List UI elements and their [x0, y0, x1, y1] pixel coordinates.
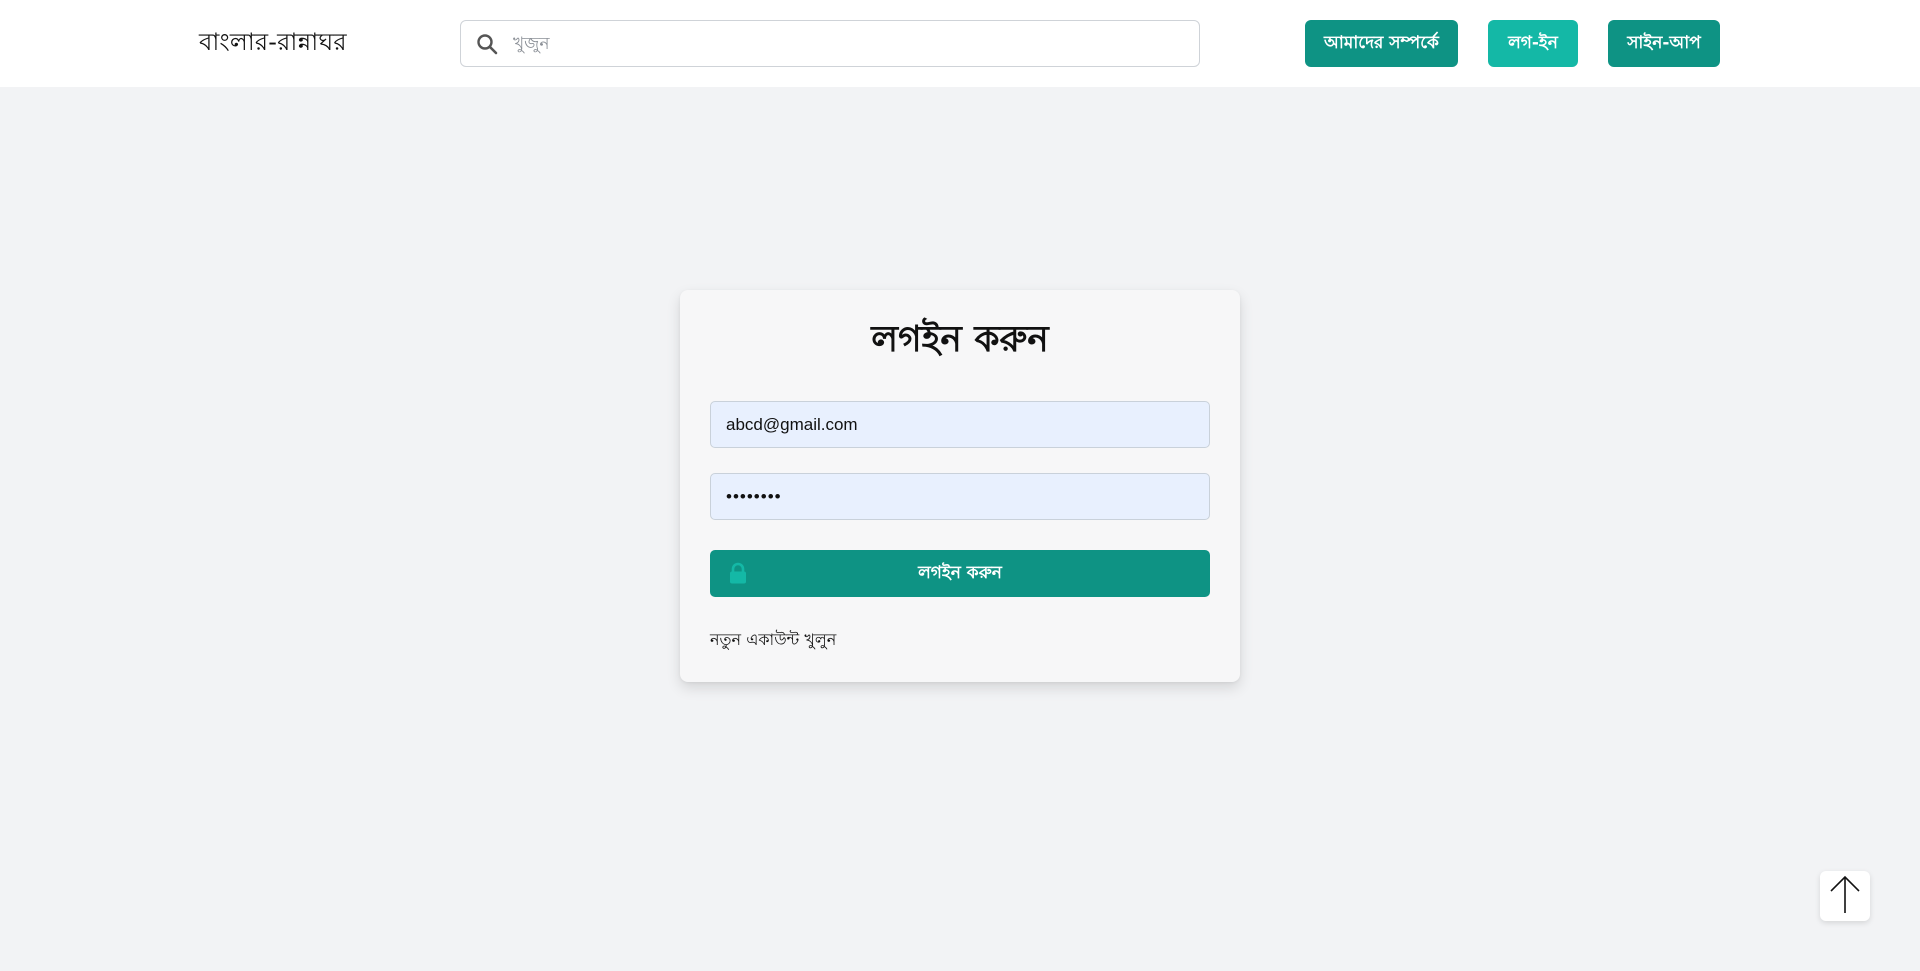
- login-nav-button[interactable]: লগ-ইন: [1488, 20, 1578, 67]
- scroll-to-top-button[interactable]: [1820, 871, 1870, 921]
- signup-nav-button[interactable]: সাইন-আপ: [1608, 20, 1720, 67]
- arrow-up-icon: [1828, 873, 1862, 919]
- create-account-link[interactable]: নতুন একাউন্ট খুলুন: [710, 627, 836, 654]
- login-submit-button[interactable]: লগইন করুন: [710, 550, 1210, 597]
- search-input[interactable]: [513, 21, 1199, 66]
- site-logo[interactable]: বাংলার-রান্নাঘর: [199, 24, 347, 64]
- search-bar[interactable]: [460, 20, 1200, 67]
- password-field[interactable]: [710, 473, 1210, 520]
- login-title: লগইন করুন: [871, 319, 1049, 360]
- login-card: লগইন করুন লগইন করুন নতুন একাউন্ট খুলুন: [680, 290, 1240, 682]
- navbar: বাংলার-রান্নাঘর আমাদের সম্পর্কে লগ-ইন সা…: [0, 0, 1920, 87]
- about-us-button[interactable]: আমাদের সম্পর্কে: [1305, 20, 1458, 67]
- search-icon: [461, 21, 513, 66]
- login-submit-label: লগইন করুন: [918, 562, 1002, 583]
- email-field[interactable]: [710, 401, 1210, 448]
- lock-icon: [728, 562, 748, 584]
